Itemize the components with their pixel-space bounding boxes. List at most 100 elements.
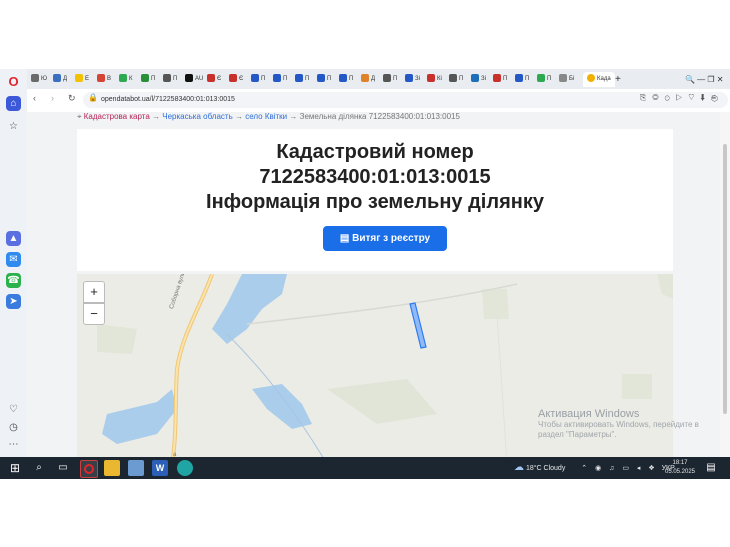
tab-17[interactable]: Зі — [405, 72, 420, 87]
tab-14[interactable]: П — [339, 72, 353, 87]
lock-icon: 🔒 — [88, 93, 98, 102]
tab-label: Када — [597, 76, 611, 82]
tab-22[interactable]: П — [515, 72, 529, 87]
tab-favicon-icon — [405, 74, 413, 83]
tab-label: П — [151, 76, 156, 82]
tab-8[interactable]: Є — [207, 72, 221, 87]
file-explorer-icon[interactable] — [104, 460, 120, 476]
forward-icon[interactable]: › — [51, 93, 54, 103]
tab-label: П — [305, 76, 310, 82]
breadcrumb-item-current: Земельна ділянка 7122583400:01:013:0015 — [299, 112, 460, 121]
back-icon[interactable]: ‹ — [33, 93, 36, 103]
tab-favicon-icon — [493, 74, 501, 83]
tab-10[interactable]: П — [251, 72, 265, 87]
opera-taskbar-icon[interactable] — [80, 460, 98, 478]
page-title-line1: Кадастровий номер — [276, 141, 474, 163]
history-icon[interactable]: ◷ — [6, 420, 21, 435]
tab-favicon-icon — [515, 74, 523, 83]
tray-icons[interactable]: ⌃ ◉ ♫ ▭ ◂ ❖ — [581, 465, 657, 472]
tab-favicon-icon — [163, 74, 171, 83]
tab-label: Є — [239, 76, 244, 82]
home-icon[interactable]: ⌂ — [6, 96, 21, 111]
edge-icon[interactable] — [177, 460, 193, 476]
info-card: Кадастровий номер 7122583400:01:013:0015… — [77, 129, 673, 271]
whatsapp-icon[interactable]: ☎ — [6, 273, 21, 288]
tab-label: Д — [371, 76, 376, 82]
extensions-icon[interactable]: ⬡ — [711, 94, 718, 103]
scrollbar-thumb[interactable] — [723, 144, 727, 414]
tab-label: П — [261, 76, 266, 82]
tab-label: П — [525, 76, 530, 82]
tab-19[interactable]: П — [449, 72, 463, 87]
tab-label: Бі — [569, 76, 575, 82]
toolbar-icons[interactable]: ⎘◎⊙▷♡⬇≡ — [640, 93, 722, 103]
tab-favicon-icon — [119, 74, 127, 83]
map-field — [622, 374, 652, 399]
task-view-icon[interactable]: ▭ — [55, 460, 71, 476]
tab-23[interactable]: П — [537, 72, 551, 87]
tab-active[interactable]: Када — [583, 72, 615, 87]
tab-favicon-icon — [75, 74, 83, 83]
tab-21[interactable]: П — [493, 72, 507, 87]
tab-bar: Ю Д Е В К П П AU Є Є П П П П П Д П Зі Кі П Зі П П П Бі Када + 🔍 — ❐… — [27, 69, 730, 89]
tab-label: Кі — [437, 76, 442, 82]
breadcrumb-item-region[interactable]: Черкаська область — [162, 112, 233, 121]
activation-watermark-text: Чтобы активировать Windows, перейдите в … — [538, 420, 699, 439]
tab-24[interactable]: Бі — [559, 72, 574, 87]
tab-13[interactable]: П — [317, 72, 331, 87]
browser-sidebar: O ⌂ ☆ ▲ ✉ ☎ ➤ ♡ ◷ ⋯ — [0, 69, 27, 457]
tab-label: Зі — [415, 76, 420, 82]
breadcrumb-item-map[interactable]: Кадастрова карта — [84, 112, 150, 121]
tab-9[interactable]: Є — [229, 72, 243, 87]
weather-text[interactable]: 18°C Cloudy — [526, 465, 565, 472]
telegram-icon[interactable]: ➤ — [6, 294, 21, 309]
tab-3[interactable]: В — [97, 72, 111, 87]
tab-favicon-icon — [317, 74, 325, 83]
tab-favicon-icon — [229, 74, 237, 83]
tab-6[interactable]: П — [163, 72, 177, 87]
zoom-out-button[interactable]: − — [83, 303, 105, 325]
bookmark-icon[interactable]: ☆ — [6, 119, 21, 134]
tab-15[interactable]: Д — [361, 72, 375, 87]
search-icon[interactable]: ⌕ — [31, 460, 47, 476]
tab-4[interactable]: К — [119, 72, 133, 87]
breadcrumb-item-village[interactable]: село Квітки — [245, 112, 287, 121]
tab-12[interactable]: П — [295, 72, 309, 87]
messenger-icon[interactable]: ✉ — [6, 252, 21, 267]
url-box[interactable]: 🔒 opendatabot.ua/l/7122583400:01:013:001… — [83, 92, 728, 108]
notifications-icon[interactable]: ▤ — [703, 460, 719, 476]
tab-label: П — [547, 76, 552, 82]
heart-icon[interactable]: ♡ — [6, 402, 21, 417]
new-tab-button[interactable]: + — [615, 72, 621, 87]
tab-11[interactable]: П — [273, 72, 287, 87]
more-icon[interactable]: ⋯ — [6, 437, 21, 452]
selected-parcel[interactable] — [409, 302, 427, 349]
reload-icon[interactable]: ↻ — [68, 93, 76, 104]
extract-button[interactable]: ▤ Витяг з реєстру — [323, 226, 447, 251]
tab-favicon-icon — [207, 74, 215, 83]
zoom-in-button[interactable]: + — [83, 281, 105, 303]
tab-18[interactable]: Кі — [427, 72, 442, 87]
page-scrollbar[interactable] — [720, 112, 730, 457]
tab-5[interactable]: П — [141, 72, 155, 87]
window-controls[interactable]: 🔍 — ❐ ✕ — [685, 72, 724, 87]
tab-7[interactable]: AU — [185, 72, 203, 87]
url-text[interactable]: opendatabot.ua/l/7122583400:01:013:0015 — [101, 94, 235, 106]
map-road — [171, 274, 213, 457]
app-icon[interactable] — [128, 460, 144, 476]
windows-start-icon[interactable]: ⊞ — [7, 460, 23, 476]
tab-favicon-icon — [295, 74, 303, 83]
tab-favicon-icon — [185, 74, 193, 83]
tab-favicon-icon — [587, 74, 595, 83]
opera-logo-icon[interactable]: O — [6, 74, 21, 89]
map-track — [246, 283, 518, 325]
tab-2[interactable]: Е — [75, 72, 89, 87]
aria-icon[interactable]: ▲ — [6, 231, 21, 246]
word-icon[interactable]: W — [152, 460, 168, 476]
tab-16[interactable]: П — [383, 72, 397, 87]
tab-favicon-icon — [449, 74, 457, 83]
tab-0[interactable]: Ю — [31, 72, 47, 87]
clock[interactable]: 18:17 05.05.2025 — [664, 459, 696, 477]
tab-1[interactable]: Д — [53, 72, 67, 87]
tab-20[interactable]: Зі — [471, 72, 486, 87]
